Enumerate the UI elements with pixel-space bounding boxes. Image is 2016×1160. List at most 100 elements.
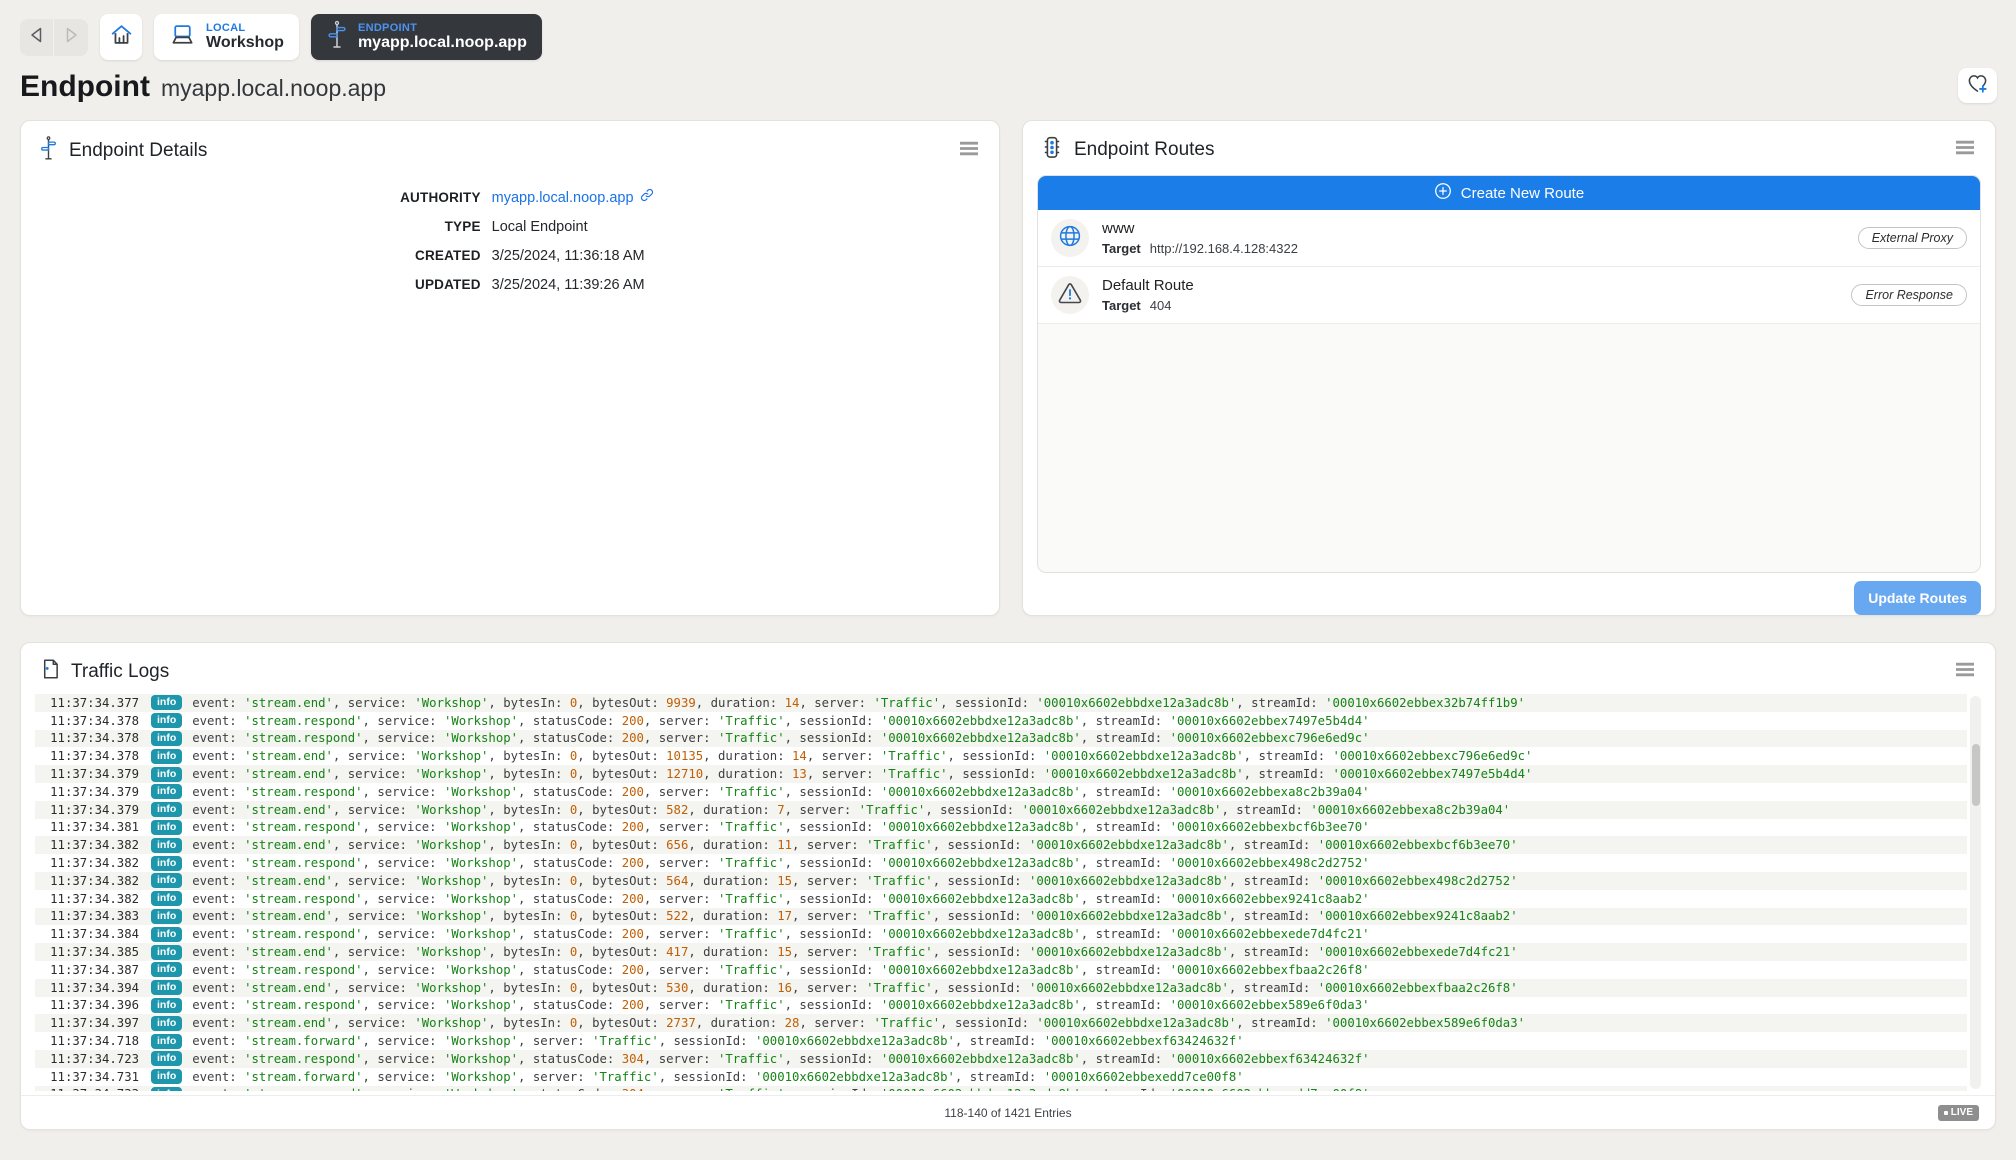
log-row: 11:37:34.718infoevent: 'stream.forward',… <box>35 1032 1967 1050</box>
laptop-icon <box>169 22 196 53</box>
route-target-value: 404 <box>1150 298 1172 313</box>
live-badge[interactable]: LIVE <box>1938 1105 1979 1121</box>
log-level-badge: info <box>151 1034 182 1049</box>
log-row: 11:37:34.379infoevent: 'stream.end', ser… <box>35 765 1967 783</box>
home-button[interactable] <box>100 14 142 60</box>
log-row: 11:37:34.394infoevent: 'stream.end', ser… <box>35 979 1967 997</box>
plus-circle-icon <box>1434 182 1452 204</box>
log-row: 11:37:34.378infoevent: 'stream.respond',… <box>35 712 1967 730</box>
log-message: event: 'stream.respond', service: 'Works… <box>192 785 1369 799</box>
signpost-icon <box>326 19 348 56</box>
tab-endpoint-kicker: ENDPOINT <box>358 22 527 34</box>
log-document-icon <box>39 657 60 686</box>
endpoint-details-panel: Endpoint Details AUTHORITY myapp.local.n… <box>20 120 1000 616</box>
log-level-badge: info <box>151 873 182 888</box>
route-row-default[interactable]: Default Route Target404 Error Response <box>1038 267 1980 324</box>
tab-workshop[interactable]: LOCAL Workshop <box>154 14 299 60</box>
log-level-badge: info <box>151 784 182 799</box>
traffic-light-icon <box>1041 135 1063 165</box>
detail-value: Local Endpoint <box>492 216 999 238</box>
log-message: event: 'stream.respond', service: 'Works… <box>192 927 1369 941</box>
log-timestamp: 11:37:34.723 <box>35 1052 139 1066</box>
tab-endpoint-label: myapp.local.noop.app <box>358 34 527 52</box>
route-target-value: http://192.168.4.128:4322 <box>1150 241 1298 256</box>
create-new-route-button[interactable]: Create New Route <box>1038 176 1980 210</box>
log-level-badge: info <box>151 856 182 871</box>
endpoint-routes-panel: Endpoint Routes Create New Route <box>1022 120 1996 616</box>
log-timestamp: 11:37:34.394 <box>35 981 139 995</box>
log-level-badge: info <box>151 749 182 764</box>
log-row: 11:37:34.379 info event: 'stream.respond',… <box>35 783 1967 801</box>
log-message: event: 'stream.end', service: 'Workshop'… <box>192 749 1532 763</box>
log-row: 11:37:34.379infoevent: 'stream.end', ser… <box>35 801 1967 819</box>
log-level-badge: info <box>151 945 182 960</box>
log-timestamp: 11:37:34.378 <box>35 749 139 763</box>
log-timestamp: 11:37:34.396 <box>35 998 139 1012</box>
log-message: event: 'stream.end', service: 'Workshop'… <box>192 803 1510 817</box>
log-row: 11:37:34.382infoevent: 'stream.end', ser… <box>35 836 1967 854</box>
log-timestamp: 11:37:34.381 <box>35 820 139 834</box>
log-scrollbar-thumb[interactable] <box>1972 744 1980 806</box>
log-row: 11:37:34.383infoevent: 'stream.end', ser… <box>35 908 1967 926</box>
back-button[interactable] <box>20 19 54 56</box>
globe-icon <box>1057 223 1083 254</box>
log-timestamp: 11:37:34.379 <box>35 803 139 817</box>
log-message: event: 'stream.end', service: 'Workshop'… <box>192 909 1517 923</box>
detail-label: AUTHORITY <box>21 187 481 209</box>
forward-button[interactable] <box>54 19 88 56</box>
log-row: 11:37:34.377infoevent: 'stream.end', ser… <box>35 694 1967 712</box>
page-title: Endpoint <box>20 70 150 104</box>
traffic-logs-panel: Traffic Logs 11:37:34.377infoevent: 'str… <box>20 642 1996 1130</box>
live-dot-icon <box>1944 1111 1948 1115</box>
favorite-button[interactable] <box>1958 68 1997 103</box>
route-type-badge: Error Response <box>1851 284 1967 306</box>
detail-label: CREATED <box>21 245 481 267</box>
log-scrollbar[interactable] <box>1970 696 1981 1089</box>
log-level-badge: info <box>151 891 182 906</box>
log-message: event: 'stream.respond', service: 'Works… <box>192 1052 1369 1066</box>
logs-menu-button[interactable] <box>1953 660 1977 684</box>
log-message: event: 'stream.respond', service: 'Works… <box>192 820 1369 834</box>
log-row: 11:37:34.382infoevent: 'stream.respond',… <box>35 890 1967 908</box>
log-timestamp: 11:37:34.382 <box>35 892 139 906</box>
log-timestamp: 11:37:34.378 <box>35 731 139 745</box>
log-level-badge: info <box>151 927 182 942</box>
log-timestamp: 11:37:34.397 <box>35 1016 139 1030</box>
routes-menu-button[interactable] <box>1953 138 1977 162</box>
route-type-badge: External Proxy <box>1858 227 1967 249</box>
tab-workshop-kicker: LOCAL <box>206 22 284 34</box>
update-routes-button[interactable]: Update Routes <box>1854 581 1981 615</box>
chevron-right-icon <box>65 27 78 48</box>
log-level-badge: info <box>151 980 182 995</box>
route-target-label: Target <box>1102 241 1141 256</box>
log-timestamp: 11:37:34.379 <box>35 785 139 799</box>
log-timestamp: 11:37:34.384 <box>35 927 139 941</box>
log-row: 11:37:34.733infoevent: 'stream.respond',… <box>35 1086 1967 1091</box>
log-timestamp: 11:37:34.387 <box>35 963 139 977</box>
log-timestamp: 11:37:34.718 <box>35 1034 139 1048</box>
tab-endpoint-active[interactable]: ENDPOINT myapp.local.noop.app <box>311 14 542 60</box>
log-entry-count: 118-140 of 1421 Entries <box>944 1106 1071 1120</box>
log-message: event: 'stream.respond', service: 'Works… <box>192 963 1369 977</box>
heart-plus-icon <box>1966 73 1989 99</box>
log-message: event: 'stream.end', service: 'Workshop'… <box>192 945 1517 959</box>
alert-triangle-icon <box>1057 281 1083 310</box>
log-row: 11:37:34.384 info event: 'stream.respond',… <box>35 925 1967 943</box>
log-timestamp: 11:37:34.382 <box>35 838 139 852</box>
details-key-value-list: AUTHORITY myapp.local.noop.app TYPE Loca… <box>21 187 999 296</box>
history-nav-group <box>20 19 88 56</box>
authority-link[interactable]: myapp.local.noop.app <box>492 187 999 209</box>
log-level-badge: info <box>151 695 182 710</box>
top-navigation: LOCAL Workshop ENDPOINT myapp.local.noop… <box>0 0 2016 60</box>
log-message: event: 'stream.respond', service: 'Works… <box>192 731 1369 745</box>
log-level-badge: info <box>151 713 182 728</box>
detail-value: 3/25/2024, 11:39:26 AM <box>492 274 999 296</box>
log-level-badge: info <box>151 820 182 835</box>
route-name: Default Route <box>1102 277 1194 295</box>
log-level-badge: info <box>151 731 182 746</box>
chevron-left-icon <box>30 27 43 48</box>
details-menu-button[interactable] <box>957 139 981 163</box>
log-timestamp: 11:37:34.377 <box>35 696 139 710</box>
log-row: 11:37:34.385infoevent: 'stream.end', ser… <box>35 943 1967 961</box>
route-row-www[interactable]: www Targethttp://192.168.4.128:4322 Exte… <box>1038 210 1980 267</box>
